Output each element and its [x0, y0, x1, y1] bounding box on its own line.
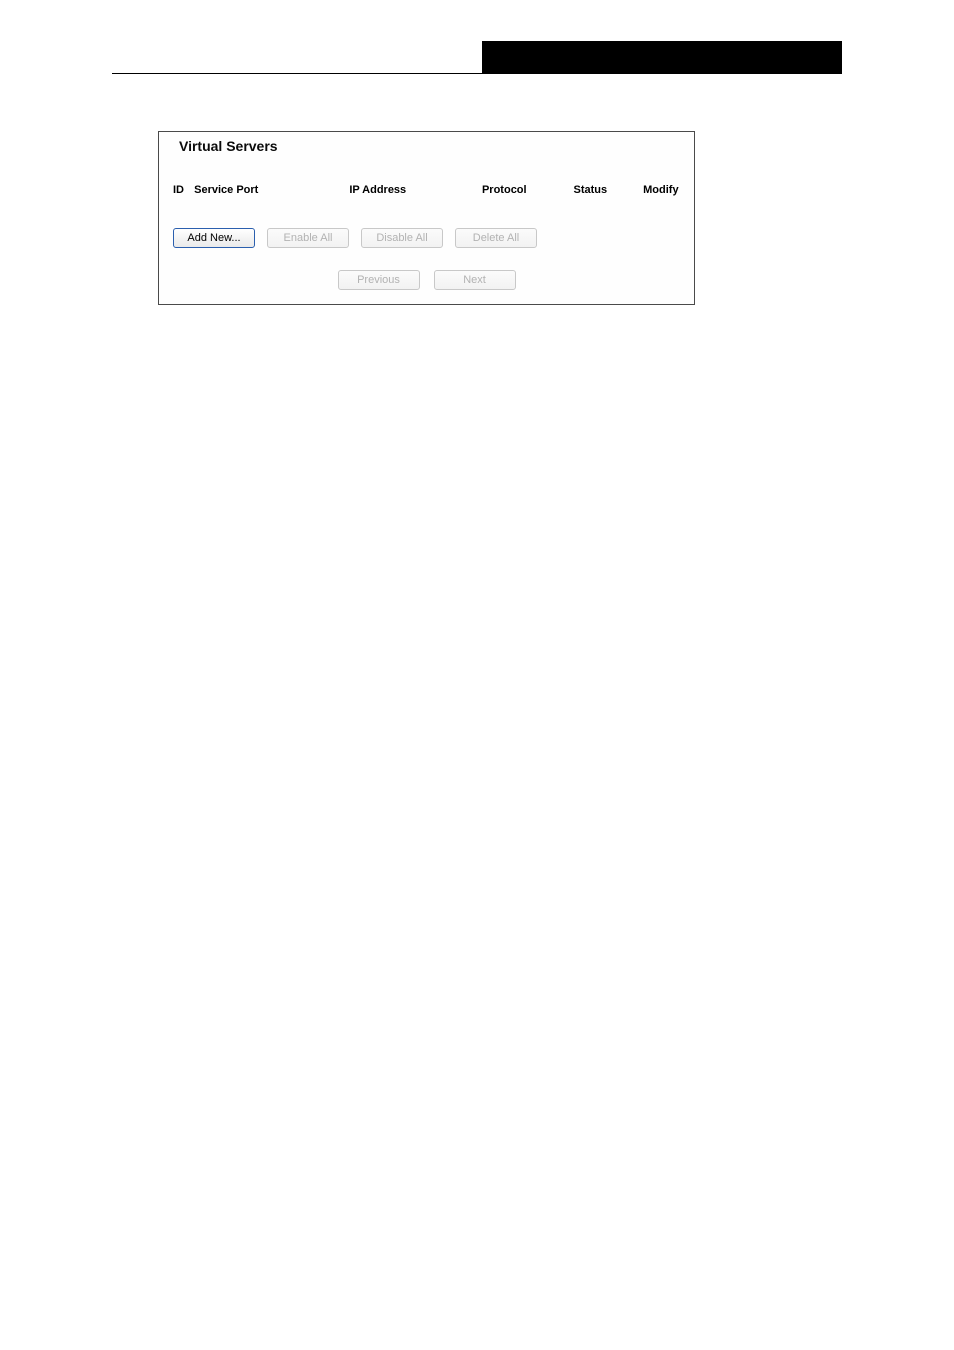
panel-title: Virtual Servers — [179, 138, 694, 154]
disable-all-button[interactable]: Disable All — [361, 228, 443, 248]
col-protocol: Protocol — [458, 184, 551, 196]
col-status: Status — [553, 184, 628, 196]
enable-all-button[interactable]: Enable All — [267, 228, 349, 248]
next-button[interactable]: Next — [434, 270, 516, 290]
previous-button[interactable]: Previous — [338, 270, 420, 290]
col-modify: Modify — [630, 184, 692, 196]
pager-row: Previous Next — [159, 270, 694, 290]
virtual-servers-panel: Virtual Servers ID Service Port IP Addre… — [158, 131, 695, 305]
header-divider — [112, 73, 842, 74]
col-service-port: Service Port — [194, 184, 298, 196]
col-ip-address: IP Address — [300, 184, 456, 196]
col-id: ID — [161, 184, 192, 196]
header-black-band — [482, 41, 842, 73]
add-new-button[interactable]: Add New... — [173, 228, 255, 248]
action-button-row: Add New... Enable All Disable All Delete… — [159, 228, 694, 248]
virtual-servers-table: ID Service Port IP Address Protocol Stat… — [159, 182, 694, 198]
delete-all-button[interactable]: Delete All — [455, 228, 537, 248]
